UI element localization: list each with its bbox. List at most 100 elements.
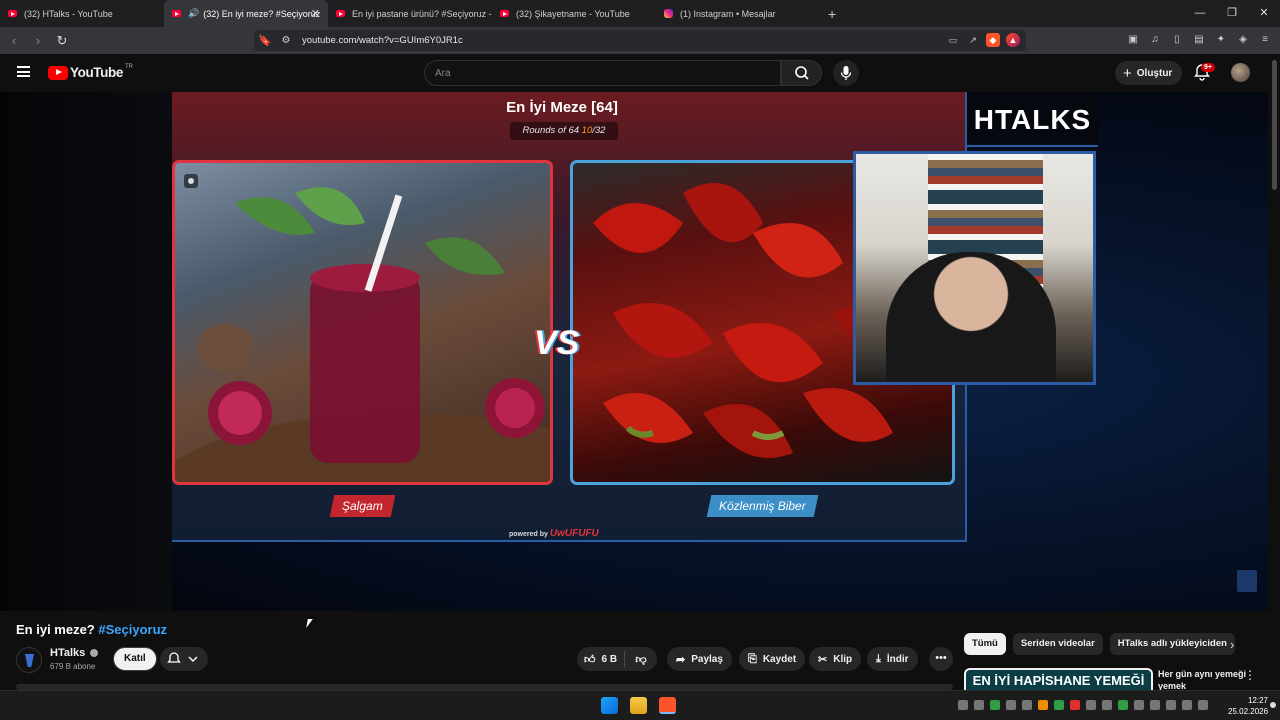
brave-browser-icon[interactable] [659, 697, 676, 714]
tray-app-icon[interactable] [1038, 700, 1048, 710]
taskbar-clock[interactable]: 12:27 25.02.2026 [1228, 695, 1268, 717]
reload-icon[interactable]: ↻ [52, 33, 72, 49]
windows-start-icon[interactable] [601, 697, 618, 714]
save-label: Kaydet [762, 653, 797, 665]
recommended-thumbnail[interactable]: EN İYİ HAPİSHANE YEMEĞİ [964, 668, 1153, 690]
tray-app-icon[interactable] [1070, 700, 1080, 710]
browser-tab[interactable]: En iyi pastane ürünü? #Seçiyoruz - Yo [328, 0, 492, 27]
tray-app-icon[interactable] [1118, 700, 1128, 710]
youtube-favicon-icon [172, 10, 181, 17]
round-current: 10 [581, 125, 593, 136]
download-button[interactable]: ⤓ İndir [867, 647, 918, 671]
youtube-favicon-icon [500, 10, 509, 17]
volume-icon[interactable] [1182, 700, 1192, 710]
tray-app-icon[interactable] [974, 700, 984, 710]
address-bar[interactable]: 🔖 ⚙ youtube.com/watch?v=GUIm6Y0JR1c ▭ ↗ … [254, 30, 1026, 51]
new-tab-button[interactable]: + [828, 6, 836, 22]
url-text[interactable]: youtube.com/watch?v=GUIm6Y0JR1c [302, 35, 463, 46]
media-icon[interactable]: ♫ [1148, 33, 1162, 47]
bookmark-icon[interactable]: 🔖 [254, 34, 276, 47]
search-icon [795, 66, 809, 80]
menu-icon[interactable]: ≡ [1258, 33, 1272, 47]
sidebar-icon[interactable]: ▯ [1170, 33, 1184, 47]
close-tab-icon[interactable]: ✕ [311, 7, 320, 20]
channel-avatar[interactable] [16, 647, 42, 673]
speaker-icon[interactable]: 🔊 [188, 8, 199, 19]
browser-tab-active[interactable]: 🔊 (32) En iyi meze? #Seçiyoruz ✕ [164, 0, 328, 27]
voice-search-button[interactable] [833, 60, 859, 86]
site-settings-icon[interactable]: ⚙ [276, 35, 296, 46]
tray-app-icon[interactable] [1022, 700, 1032, 710]
tray-app-icon[interactable] [1102, 700, 1112, 710]
minimize-button[interactable]: — [1184, 0, 1216, 27]
scrollbar-thumb[interactable] [1272, 60, 1277, 190]
tray-app-icon[interactable] [1006, 700, 1016, 710]
recommended-more-icon[interactable]: ⋮ [1244, 668, 1256, 682]
youtube-logo[interactable]: YouTube TR [48, 64, 133, 80]
chevron-right-icon[interactable]: › [1230, 637, 1234, 652]
notification-count-badge: 9+ [1201, 63, 1215, 72]
brave-shields-icon[interactable]: ◆ [986, 33, 1000, 47]
browser-tab[interactable]: (1) Instagram • Mesajlar [656, 0, 820, 27]
right-option-label: Közlenmiş Biber [706, 495, 819, 517]
browser-tab[interactable]: (32) HTalks - YouTube [0, 0, 164, 27]
back-icon[interactable]: ‹ [4, 33, 24, 48]
leo-ai-icon[interactable]: ✦ [1214, 33, 1228, 47]
channel-watermark-icon[interactable] [1237, 570, 1257, 592]
cast-icon[interactable]: ▭ [946, 33, 960, 47]
share-icon: ➦ [676, 653, 686, 666]
create-button[interactable]: + Oluştur [1115, 61, 1183, 85]
tray-app-icon[interactable] [1054, 700, 1064, 710]
subscription-bell-button[interactable] [160, 647, 208, 671]
clip-button[interactable]: ✂ Klip [809, 647, 862, 671]
save-button[interactable]: ⎘ Kaydet [739, 647, 806, 671]
join-button[interactable]: Katıl [113, 647, 157, 671]
video-player[interactable]: En İyi Meze [64] Rounds of 64 10/32 VS Ş… [0, 92, 1268, 611]
tray-app-icon[interactable] [1134, 700, 1144, 710]
share-page-icon[interactable]: ↗ [966, 33, 980, 47]
search-input[interactable] [425, 61, 780, 85]
chip-series[interactable]: Seriden videolar [1012, 633, 1103, 655]
chip-all[interactable]: Tümü [964, 633, 1006, 655]
rounds-label: Rounds of 64 [522, 125, 580, 136]
round-total: /32 [592, 125, 606, 136]
recommended-title[interactable]: Her gün aynı yemeği yemek [1158, 668, 1248, 690]
browser-tab[interactable]: (32) Şikayetname - YouTube [492, 0, 656, 27]
battery-icon[interactable] [1198, 700, 1208, 710]
notification-center-icon[interactable] [1270, 702, 1276, 708]
file-explorer-icon[interactable] [630, 697, 647, 714]
channel-name[interactable]: HTalks [50, 647, 99, 659]
close-window-button[interactable]: ✕ [1248, 0, 1280, 27]
share-button[interactable]: ➦ Paylaş [667, 647, 732, 671]
browser-extensions: ▣ ♫ ▯ ▤ ✦ ◈ ≡ [1126, 33, 1272, 47]
like-dislike-group: 👍︎ 6 B 👎︎ [577, 647, 657, 671]
search-button[interactable] [781, 60, 822, 86]
like-button[interactable]: 👍︎ 6 B [577, 651, 625, 667]
forward-icon[interactable]: › [28, 33, 48, 48]
browser-tab-strip: (32) HTalks - YouTube 🔊 (32) En iyi meze?… [0, 0, 1280, 27]
channel-name-text[interactable]: HTalks [50, 647, 85, 659]
chip-uploader[interactable]: HTalks adlı yükleyiciden [1109, 633, 1235, 655]
microphone-tray-icon[interactable] [1150, 700, 1160, 710]
more-actions-icon[interactable]: ••• [929, 647, 953, 671]
player-left-fill [0, 92, 172, 611]
tray-app-icon[interactable] [958, 700, 968, 710]
network-icon[interactable] [1166, 700, 1176, 710]
related-filter-chips: Tümü Seriden videolar HTalks adlı yükley… [964, 633, 1235, 655]
taskbar-apps [601, 697, 676, 714]
hamburger-menu-icon[interactable] [17, 66, 30, 77]
clip-label: Klip [833, 653, 853, 665]
wallet-icon[interactable]: ▤ [1192, 33, 1206, 47]
account-avatar[interactable] [1231, 63, 1250, 82]
tray-app-icon[interactable] [990, 700, 1000, 710]
restore-button[interactable]: ❐ [1216, 0, 1248, 27]
screenshot-icon[interactable]: ▣ [1126, 33, 1140, 47]
vpn-icon[interactable]: ◈ [1236, 33, 1250, 47]
tab-label: (32) En iyi meze? #Seçiyoruz [203, 8, 321, 19]
dislike-button[interactable]: 👎︎ [625, 653, 657, 666]
tray-app-icon[interactable] [1086, 700, 1096, 710]
hashtag-link[interactable]: #Seçiyoruz [98, 622, 167, 637]
brave-rewards-icon[interactable]: ▲ [1006, 33, 1020, 47]
bookmark-save-icon: ⎘ [748, 652, 757, 665]
powered-brand: UwUFUFU [549, 528, 599, 539]
